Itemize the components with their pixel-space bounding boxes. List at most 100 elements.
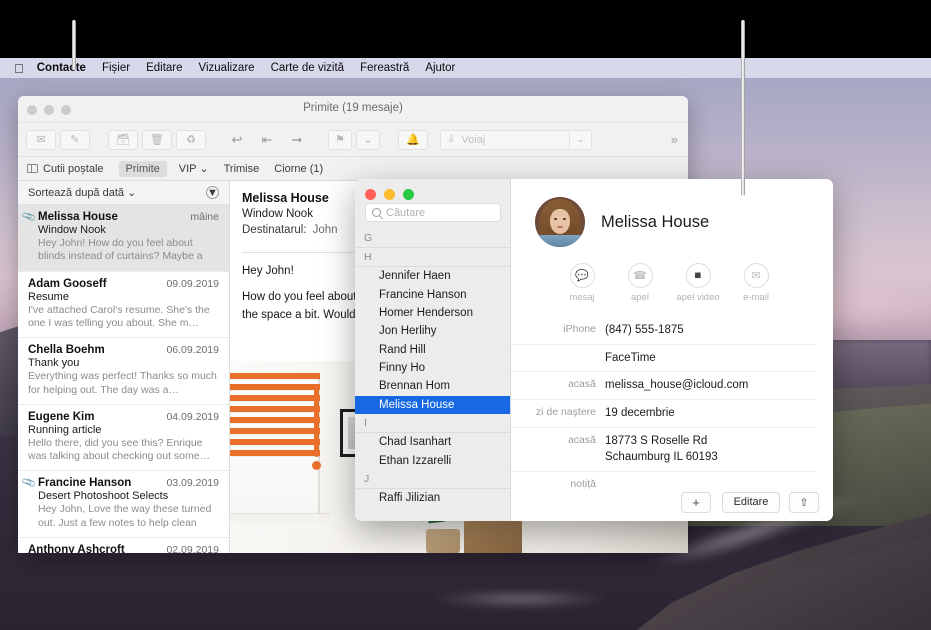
- table-row[interactable]: 📎 Melissa House mâine Window Nook Hey Jo…: [18, 205, 229, 272]
- sort-label[interactable]: Sortează după dată ⌄: [28, 186, 136, 199]
- list-item[interactable]: Chad Isanhart: [355, 433, 510, 451]
- travel-dropdown-icon[interactable]: ⌄: [570, 130, 592, 150]
- favorite-primite[interactable]: Primite: [119, 161, 167, 177]
- mail-favorites-bar: Cutii poștale Primite VIP ⌄ Trimise Cior…: [18, 157, 688, 181]
- photo-blind-cord: [314, 385, 319, 457]
- contacts-search[interactable]: Căutare: [365, 203, 501, 222]
- list-item[interactable]: Jon Herlihy: [355, 322, 510, 340]
- contact-fields: iPhone (847) 555-1875 FaceTime acasă mel…: [511, 317, 815, 497]
- contacts-window-controls[interactable]: [365, 189, 414, 200]
- menu-item-contacte[interactable]: Contacte: [37, 62, 86, 74]
- flag-icon[interactable]: ⚑: [328, 130, 352, 150]
- junk-icon[interactable]: ♻: [176, 130, 206, 150]
- action-label: apel: [611, 292, 669, 303]
- action-label: apel video: [669, 292, 727, 303]
- list-item[interactable]: Finny Ho: [355, 359, 510, 377]
- mail-message-list[interactable]: Sortează după dată ⌄ ▼ 📎 Melissa House m…: [18, 181, 230, 553]
- favorite-cutii-postale[interactable]: Cutii poștale: [27, 163, 104, 175]
- action-message[interactable]: 💬 mesaj: [553, 263, 611, 303]
- callout-line-contacts-window: [741, 20, 745, 196]
- minimize-button[interactable]: [384, 189, 395, 200]
- list-item[interactable]: Homer Henderson: [355, 304, 510, 322]
- mute-icon[interactable]: 🔔: [398, 130, 428, 150]
- zoom-button[interactable]: [403, 189, 414, 200]
- contacts-window[interactable]: Căutare G H Jennifer Haen Francine Hanso…: [355, 179, 833, 521]
- edit-button[interactable]: Editare: [722, 492, 780, 513]
- favorite-vip[interactable]: VIP ⌄: [179, 162, 209, 175]
- list-section-header: H: [355, 248, 510, 267]
- message-sender: Anthony Ashcroft: [28, 544, 125, 553]
- compose-icon[interactable]: ✎: [60, 130, 90, 150]
- photo-windowsill: [230, 513, 330, 523]
- add-button[interactable]: +: [681, 492, 711, 513]
- action-call[interactable]: ☎ apel: [611, 263, 669, 303]
- search-input[interactable]: Căutare: [365, 203, 501, 222]
- message-sender: Francine Hanson: [38, 477, 131, 489]
- table-row[interactable]: Chella Boehm 06.09.2019 Thank you Everyt…: [18, 338, 229, 404]
- contact-field-address[interactable]: acasă 18773 S Roselle Rd Schaumburg IL 6…: [511, 428, 815, 472]
- close-button[interactable]: [365, 189, 376, 200]
- contacts-list[interactable]: G H Jennifer Haen Francine Hanson Homer …: [355, 229, 510, 521]
- table-row[interactable]: Eugene Kim 04.09.2019 Running article He…: [18, 405, 229, 471]
- table-row[interactable]: Adam Gooseff 09.09.2019 Resume I've atta…: [18, 272, 229, 338]
- list-item[interactable]: Francine Hanson: [355, 285, 510, 303]
- recipient-value: John: [313, 224, 338, 236]
- mail-window-title: Primite (19 mesaje): [18, 102, 688, 114]
- table-row[interactable]: Anthony Ashcroft 02.09.2019 Appointment …: [18, 538, 229, 553]
- field-label: iPhone: [511, 322, 605, 337]
- archive-icon[interactable]: 🗃: [108, 130, 138, 150]
- contact-field-iphone[interactable]: iPhone (847) 555-1875: [511, 317, 815, 345]
- photo-blind: [230, 373, 320, 465]
- mailbox-icon[interactable]: ✉: [26, 130, 56, 150]
- list-section-header: J: [355, 470, 510, 489]
- envelope-icon: ✉: [744, 263, 769, 288]
- menu-item-carte-de-vizita[interactable]: Carte de vizită: [271, 62, 345, 74]
- action-video-call[interactable]: ◾ apel video: [669, 263, 727, 303]
- contact-name: Melissa House: [601, 213, 709, 232]
- contact-field-birthday[interactable]: zi de naștere 19 decembrie: [511, 400, 815, 428]
- contacts-sidebar: Căutare G H Jennifer Haen Francine Hanso…: [355, 179, 511, 521]
- apple-icon[interactable]: : [14, 62, 24, 75]
- message-subject: Desert Photoshoot Selects: [38, 490, 219, 502]
- reply-icon[interactable]: ↩: [224, 130, 250, 150]
- contact-field-facetime[interactable]: FaceTime: [511, 345, 815, 373]
- flag-dropdown-icon[interactable]: ⌄: [356, 130, 380, 150]
- field-value: melissa_house@icloud.com: [605, 377, 748, 394]
- menu-item-fereastra[interactable]: Fereastră: [360, 62, 409, 74]
- mail-sort-bar: Sortează după dată ⌄ ▼: [18, 181, 229, 205]
- video-icon: ◾: [686, 263, 711, 288]
- message-date: 02.09.2019: [166, 544, 219, 553]
- table-row[interactable]: 📎 Francine Hanson 03.09.2019 Desert Phot…: [18, 471, 229, 538]
- list-item[interactable]: Jennifer Haen: [355, 267, 510, 285]
- menu-item-ajutor[interactable]: Ajutor: [425, 62, 455, 74]
- message-sender: Adam Gooseff: [28, 278, 107, 290]
- action-email[interactable]: ✉ e-mail: [727, 263, 785, 303]
- travel-field[interactable]: ⇩ Voiaj: [440, 130, 570, 150]
- travel-label: Voiaj: [461, 134, 485, 146]
- menu-item-fisier[interactable]: Fișier: [102, 62, 130, 74]
- contact-field-email[interactable]: acasă melissa_house@icloud.com: [511, 372, 815, 400]
- action-label: e-mail: [727, 292, 785, 303]
- message-subject: Resume: [28, 291, 219, 303]
- menu-item-editare[interactable]: Editare: [146, 62, 182, 74]
- favorite-trimise[interactable]: Trimise: [224, 163, 260, 175]
- filter-icon[interactable]: ▼: [206, 186, 219, 199]
- list-item[interactable]: Brennan Hom: [355, 377, 510, 395]
- contact-card-toolbar: + Editare ⇧: [667, 483, 833, 521]
- list-item[interactable]: Ethan Izzarelli: [355, 451, 510, 469]
- field-value: (847) 555-1875: [605, 322, 684, 339]
- reply-all-icon[interactable]: ⇤: [254, 130, 280, 150]
- list-section-header: I: [355, 414, 510, 433]
- delete-icon[interactable]: 🗑: [142, 130, 172, 150]
- list-item[interactable]: Rand Hill: [355, 341, 510, 359]
- message-date: 06.09.2019: [166, 344, 219, 356]
- list-item-selected[interactable]: Melissa House: [355, 396, 510, 414]
- menu-item-vizualizare[interactable]: Vizualizare: [199, 62, 255, 74]
- action-label: mesaj: [553, 292, 611, 303]
- mail-titlebar: Primite (19 mesaje): [18, 96, 688, 123]
- toolbar-overflow-icon[interactable]: »: [671, 132, 678, 147]
- favorite-ciorne[interactable]: Ciorne (1): [274, 163, 323, 175]
- list-item[interactable]: Raffi Jilizian: [355, 489, 510, 507]
- share-icon[interactable]: ⇧: [789, 492, 819, 513]
- forward-icon[interactable]: ➞: [284, 130, 310, 150]
